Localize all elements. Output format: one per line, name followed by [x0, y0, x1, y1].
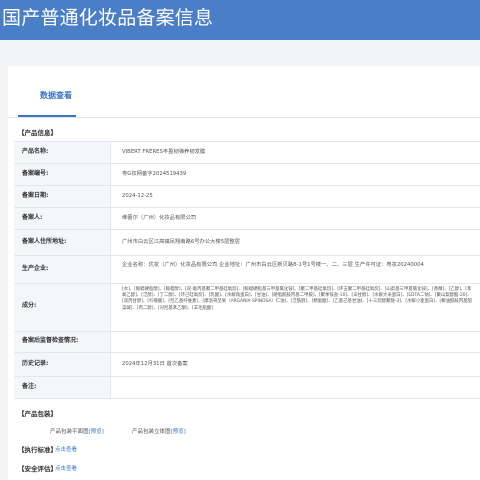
column-divider: [110, 141, 111, 399]
history-label: 历史记录:: [22, 360, 49, 367]
packaging-solid-preview-link[interactable]: [预览]: [171, 429, 186, 435]
standard-view-link[interactable]: 点击查看: [55, 445, 77, 453]
filing-date-value: 2024-12-25: [122, 193, 153, 199]
history-value: 2024年12月31日 首次备案: [122, 361, 188, 367]
section-safety: 【安全评估】: [18, 465, 57, 473]
ingredients-value: [水]、[鲸蜡硬脂醇]、[鲸蜡醇]、[双-氨丙基聚二甲基硅氧烷]、[鲸蜡硬脂基三…: [122, 287, 472, 311]
row-divider: [14, 185, 480, 186]
packaging-flat-preview-link[interactable]: [预览]: [89, 429, 104, 435]
packaging-flat-item: 产品包装平面图[预览]: [50, 428, 104, 436]
safety-view-link[interactable]: 点击查看: [55, 464, 77, 472]
page-title: 国产普通化妆品备案信息: [2, 7, 214, 29]
supervision-label: 备案后监督检查情况:: [22, 337, 79, 344]
filer-label: 备案人:: [22, 214, 43, 221]
row-divider: [14, 283, 480, 284]
packaging-flat-label: 产品包装平面图: [50, 429, 89, 435]
row-divider: [14, 398, 480, 399]
filing-date-label: 备案日期:: [22, 192, 49, 199]
row-divider: [14, 352, 480, 353]
section-product-info: 【产品信息】: [18, 129, 57, 137]
product-name-label: 产品名称:: [22, 148, 49, 155]
row-divider: [14, 207, 480, 208]
filer-value: 维蕾尔（广州）化妆品有限公司: [122, 215, 197, 221]
section-packaging: 【产品包装】: [18, 410, 57, 418]
row-divider: [14, 163, 480, 164]
manufacturer-value: 企业名称：优妆（广州）化妆品有限公司 企业地址：广州市白云区新贝路8-1号1号楼…: [122, 262, 424, 268]
tab-active-indicator: [18, 115, 76, 117]
row-divider: [14, 255, 480, 256]
manufacturer-label: 生产企业:: [22, 265, 49, 272]
row-divider: [14, 141, 480, 142]
filer-address-label: 备案人住所地址:: [22, 238, 67, 245]
row-divider: [14, 331, 480, 332]
filer-address-value: 广州市白云区江高镇凤翔南路6号办公大楼5层整层: [122, 239, 240, 245]
product-name-value: VIBERT FRÈRES丰盈韧弹养韧发膜: [122, 149, 206, 155]
filing-number-value: 粤G妆网备字2024519439: [122, 171, 187, 177]
ingredients-label: 成分:: [22, 302, 37, 309]
row-divider: [14, 376, 480, 377]
section-standard: 【执行标准】: [18, 446, 57, 454]
packaging-solid-item: 产品包装立体图[预览]: [132, 428, 186, 436]
tab-data-view[interactable]: 数据查看: [22, 90, 90, 118]
remarks-label: 备注:: [22, 383, 37, 390]
row-divider: [14, 229, 480, 230]
filing-number-label: 备案编号:: [22, 170, 49, 177]
packaging-solid-label: 产品包装立体图: [132, 429, 171, 435]
